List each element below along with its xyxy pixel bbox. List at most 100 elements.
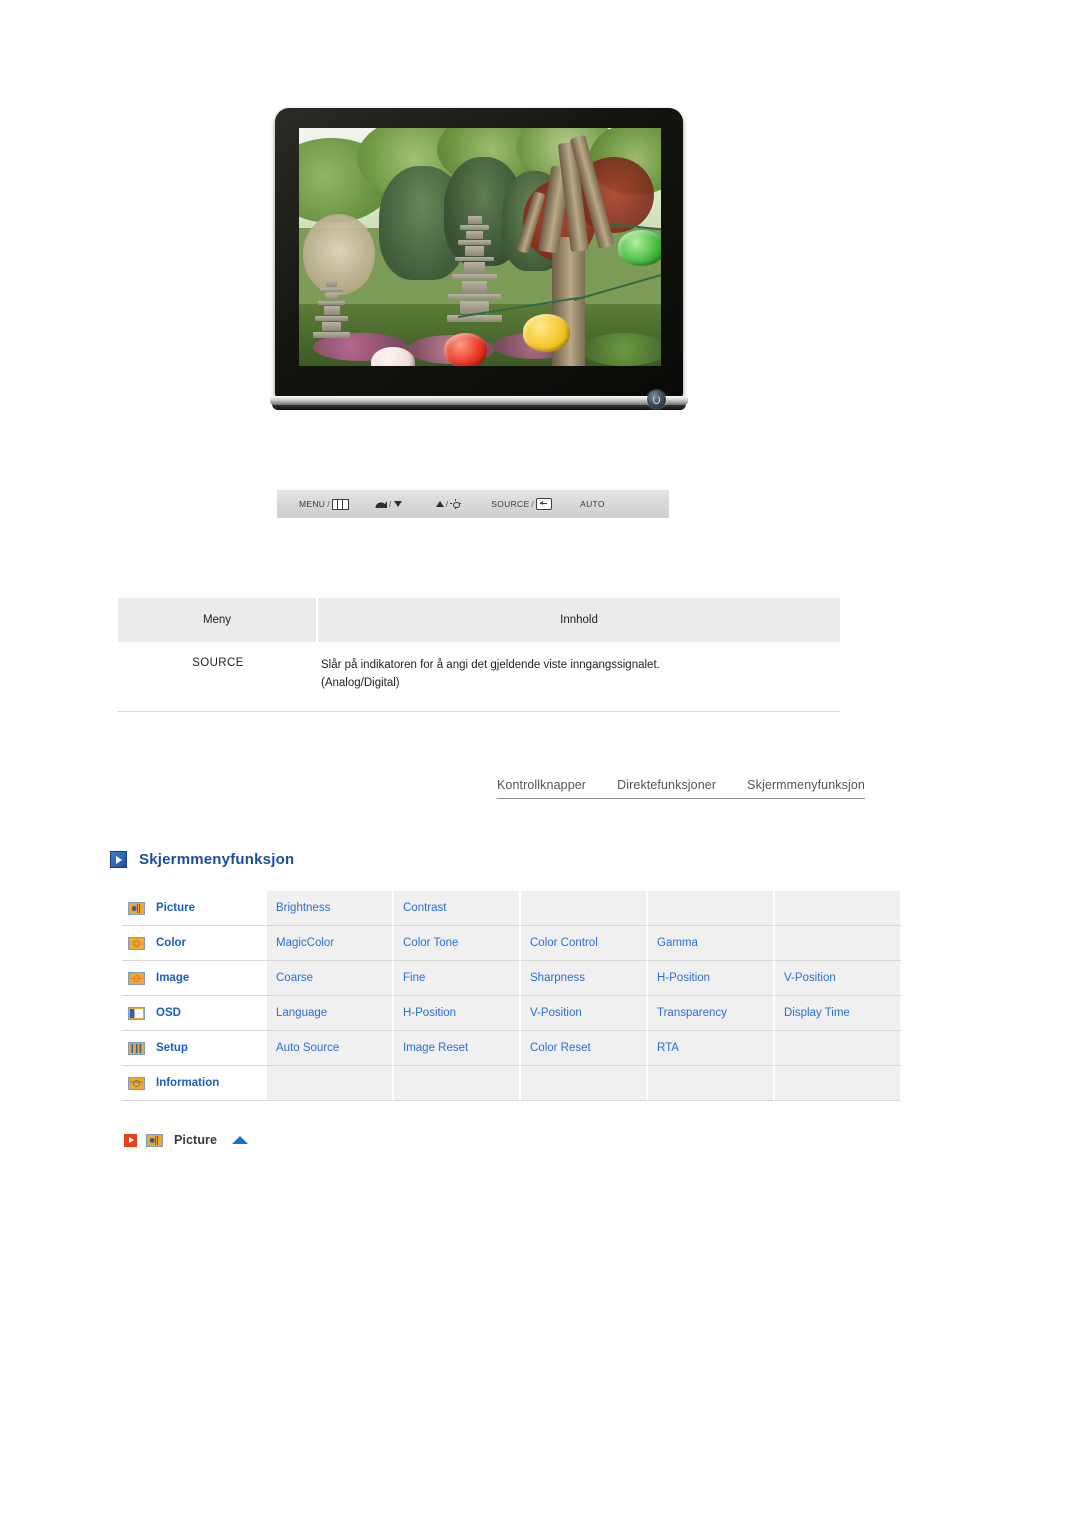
osd-option[interactable]: Brightness <box>267 891 394 926</box>
control-menu-button[interactable]: MENU / <box>299 498 349 510</box>
menu-bars-icon <box>331 498 349 510</box>
power-button-icon[interactable] <box>647 390 666 409</box>
tab-direktefunksjoner[interactable]: Direktefunksjoner <box>617 778 716 792</box>
osd-option[interactable]: H-Position <box>394 996 521 1031</box>
osd-option <box>267 1066 394 1101</box>
osd-category-label: Image <box>156 972 190 984</box>
osd-category-label: Information <box>156 1077 220 1089</box>
tab-skjermmenyfunksjon[interactable]: Skjermmenyfunksjon <box>747 778 865 792</box>
information-icon <box>128 1076 145 1090</box>
osd-option[interactable]: Color Reset <box>521 1031 648 1066</box>
osd-option[interactable]: Fine <box>394 961 521 996</box>
osd-option[interactable]: V-Position <box>521 996 648 1031</box>
osd-category-label: Setup <box>156 1042 188 1054</box>
setup-icon <box>128 1041 145 1055</box>
red-play-icon <box>124 1133 137 1147</box>
picture-section-anchor[interactable]: Picture <box>124 1133 249 1147</box>
osd-option <box>521 1066 648 1101</box>
osd-option <box>775 891 902 926</box>
table-row: OSD Language H-Position V-Position Trans… <box>122 996 902 1031</box>
page-title: Skjermmenyfunksjon <box>139 851 295 868</box>
osd-category-label: OSD <box>156 1007 181 1019</box>
osd-option <box>394 1066 521 1101</box>
osd-option[interactable]: Image Reset <box>394 1031 521 1066</box>
tab-list: Kontrollknapper Direktefunksjoner Skjerm… <box>497 778 865 798</box>
monitor-screen <box>299 128 661 366</box>
color-icon <box>128 936 145 950</box>
picture-anchor-label: Picture <box>174 1133 218 1147</box>
osd-category-information[interactable]: Information <box>122 1066 267 1101</box>
osd-category-osd[interactable]: OSD <box>122 996 267 1031</box>
control-auto-label: AUTO <box>580 499 605 509</box>
control-down-separator: / <box>388 499 392 509</box>
tab-underline <box>497 798 865 799</box>
osd-option[interactable]: Language <box>267 996 394 1031</box>
section-tabs: Kontrollknapper Direktefunksjoner Skjerm… <box>497 778 865 799</box>
section-heading: Skjermmenyfunksjon <box>110 851 294 868</box>
brightness-gauge-icon <box>374 500 387 508</box>
triangle-down-icon <box>393 501 402 507</box>
osd-option[interactable]: Sharpness <box>521 961 648 996</box>
osd-option[interactable]: H-Position <box>648 961 775 996</box>
osd-option[interactable]: Color Control <box>521 926 648 961</box>
osd-option <box>775 1031 902 1066</box>
monitor-base-strip <box>270 396 688 405</box>
picture-icon <box>128 901 145 915</box>
enter-key-icon <box>536 498 553 510</box>
header-meny: Meny <box>118 598 318 644</box>
innhold-line-1: Slår på indikatoren for å angi det gjeld… <box>321 659 660 671</box>
control-source-label: SOURCE <box>491 499 530 509</box>
osd-category-image[interactable]: Image <box>122 961 267 996</box>
cell-meny-source: SOURCE <box>118 644 318 712</box>
control-source-button[interactable]: SOURCE / <box>491 498 553 510</box>
osd-menu-matrix: Picture Brightness Contrast Color MagicC… <box>122 891 902 1101</box>
osd-option[interactable]: Color Tone <box>394 926 521 961</box>
control-up-separator: / <box>445 499 449 509</box>
osd-option[interactable]: RTA <box>648 1031 775 1066</box>
blue-up-triangle-icon[interactable] <box>232 1136 249 1144</box>
control-source-separator: / <box>531 499 535 509</box>
sun-brightness-icon <box>450 498 462 510</box>
table-row: Information <box>122 1066 902 1101</box>
osd-option[interactable]: Contrast <box>394 891 521 926</box>
osd-category-color[interactable]: Color <box>122 926 267 961</box>
osd-category-picture[interactable]: Picture <box>122 891 267 926</box>
control-menu-separator: / <box>327 499 330 509</box>
osd-option[interactable]: Display Time <box>775 996 902 1031</box>
image-icon <box>128 971 145 985</box>
osd-option[interactable]: Auto Source <box>267 1031 394 1066</box>
osd-option <box>775 1066 902 1101</box>
table-row: Picture Brightness Contrast <box>122 891 902 926</box>
picture-icon <box>146 1133 163 1147</box>
monitor-illustration <box>270 108 690 418</box>
cell-innhold-source: Slår på indikatoren for å angi det gjeld… <box>318 644 840 712</box>
monitor-control-panel: MENU / / / SOURCE / AUTO <box>277 490 669 518</box>
osd-option <box>521 891 648 926</box>
innhold-line-2: (Analog/Digital) <box>321 676 400 689</box>
garden-photo <box>299 128 661 366</box>
control-menu-label: MENU <box>299 499 326 509</box>
table-row: Color MagicColor Color Tone Color Contro… <box>122 926 902 961</box>
osd-category-setup[interactable]: Setup <box>122 1031 267 1066</box>
control-auto-button[interactable]: AUTO <box>580 499 605 509</box>
osd-option[interactable]: Gamma <box>648 926 775 961</box>
control-up-button[interactable]: / <box>435 498 462 510</box>
table-row: SOURCE Slår på indikatoren for å angi de… <box>118 644 840 712</box>
header-innhold: Innhold <box>318 598 840 644</box>
table-row: Image Coarse Fine Sharpness H-Position V… <box>122 961 902 996</box>
osd-category-label: Picture <box>156 902 195 914</box>
osd-option[interactable]: MagicColor <box>267 926 394 961</box>
osd-option <box>648 891 775 926</box>
meny-innhold-table: Meny Innhold SOURCE Slår på indikatoren … <box>118 598 840 712</box>
osd-icon <box>128 1006 145 1020</box>
osd-option <box>775 926 902 961</box>
triangle-up-icon <box>435 501 444 507</box>
control-down-button[interactable]: / <box>374 499 402 509</box>
osd-option[interactable]: Transparency <box>648 996 775 1031</box>
monitor-body <box>275 108 683 400</box>
osd-option[interactable]: Coarse <box>267 961 394 996</box>
osd-option <box>648 1066 775 1101</box>
blue-play-square-icon <box>110 851 127 868</box>
tab-kontrollknapper[interactable]: Kontrollknapper <box>497 778 586 792</box>
osd-option[interactable]: V-Position <box>775 961 902 996</box>
